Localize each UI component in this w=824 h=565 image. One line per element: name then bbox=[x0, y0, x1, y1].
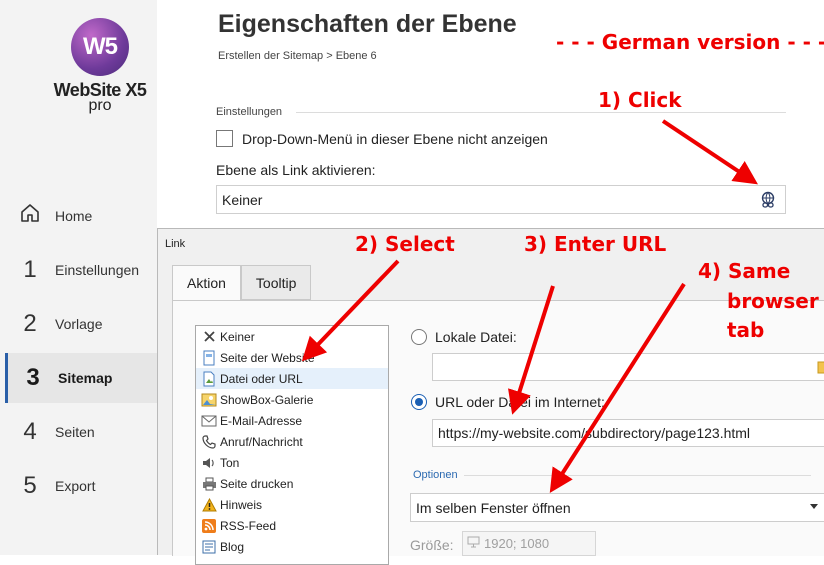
annotation-arrows bbox=[301, 119, 758, 494]
arrow-step1 bbox=[661, 119, 758, 185]
arrow-step3 bbox=[508, 285, 555, 415]
arrow-step4 bbox=[549, 282, 686, 494]
arrow-step2 bbox=[301, 259, 400, 362]
